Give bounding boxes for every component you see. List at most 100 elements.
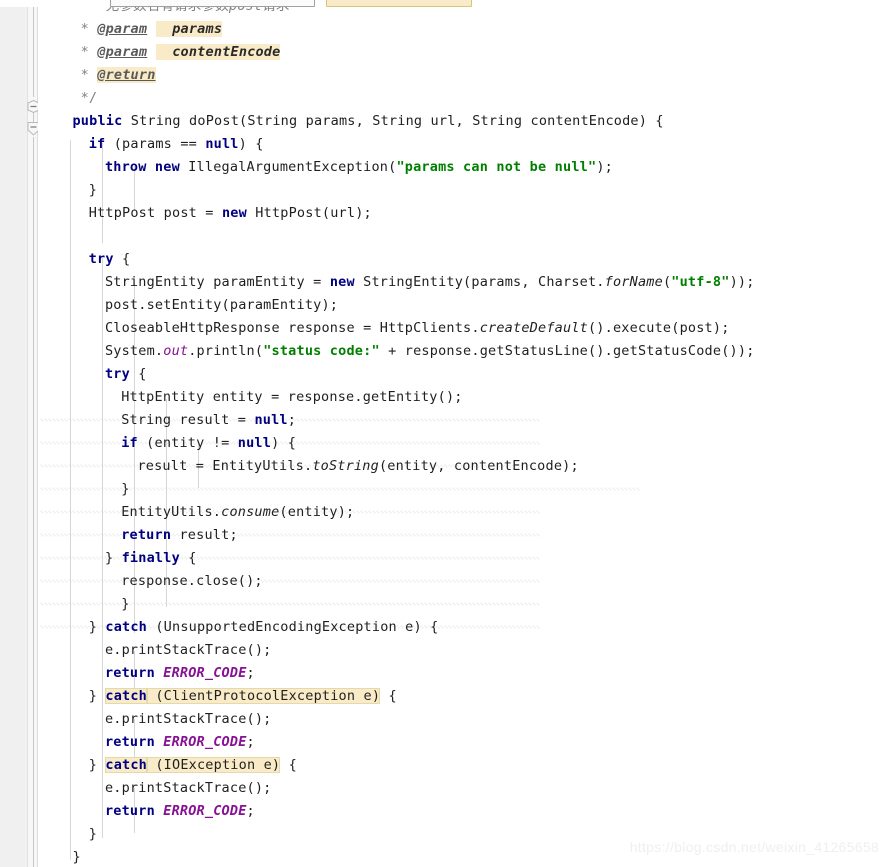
code-line: e.printStackTrace(); [105, 708, 272, 731]
code-line: String result = null; [121, 409, 296, 432]
code-token: out [163, 343, 189, 359]
code-token: try [88, 251, 114, 267]
code-token: ; [246, 803, 255, 819]
code-token: e.printStackTrace(); [104, 642, 272, 658]
code-token: } [88, 826, 98, 842]
code-line: } catch (UnsupportedEncodingException e)… [89, 616, 439, 639]
code-token: @return [97, 67, 156, 83]
squiggle-underline [40, 602, 540, 606]
code-token: @param [97, 21, 148, 37]
code-token: (entity, contentEncode); [378, 458, 579, 474]
code-line: } [121, 478, 129, 501]
code-token: (entity); [279, 504, 355, 520]
code-line: try { [105, 363, 147, 386]
code-token: )); [729, 274, 755, 290]
code-token [155, 21, 173, 37]
code-token: ERROR_CODE [163, 734, 247, 750]
squiggle-underline [40, 579, 540, 583]
code-token: (params == [105, 136, 206, 152]
code-token: catch [105, 757, 148, 773]
code-token: null [205, 136, 239, 152]
code-token: StringEntity paramEntity = [104, 274, 330, 290]
code-token: null [254, 412, 288, 428]
code-token: if [121, 435, 138, 451]
code-token: consume [221, 504, 280, 520]
code-token: try [104, 366, 130, 382]
code-line: if (entity != null) { [121, 432, 296, 455]
code-token: ().execute(post); [587, 320, 730, 336]
code-line: CloseableHttpResponse response = HttpCli… [105, 317, 730, 340]
code-token: + response.getStatusLine().getStatusCode… [379, 343, 755, 359]
code-token: StringEntity(params, Charset. [354, 274, 605, 290]
code-line: return result; [121, 524, 238, 547]
code-token: result = EntityUtils. [137, 458, 313, 474]
code-line: response.close(); [121, 570, 263, 593]
code-line: * @param contentEncode [81, 41, 281, 64]
code-token: toString [312, 458, 379, 474]
code-token: } [104, 550, 122, 566]
fold-line-mid [33, 112, 34, 122]
code-token: forName [604, 274, 663, 290]
code-token: HttpEntity entity = response.getEntity()… [121, 389, 463, 405]
code-token: return [104, 803, 155, 819]
watermark-text: https://blog.csdn.net/weixin_41265658 [629, 839, 879, 855]
code-token: params [172, 21, 223, 37]
code-token: } [121, 596, 130, 612]
code-line: } catch (IOException e) { [89, 754, 297, 777]
code-line: } [121, 593, 129, 616]
code-token: (entity != [137, 435, 238, 451]
code-token: * [80, 44, 98, 60]
code-token: System. [104, 343, 164, 359]
highlight-field-partial[interactable] [326, 0, 472, 7]
code-token: } [88, 757, 106, 773]
squiggle-underline [40, 533, 540, 537]
code-token: (ClientProtocolException e) [147, 688, 381, 704]
code-token: { [129, 366, 147, 382]
code-line: post.setEntity(paramEntity); [105, 294, 338, 317]
code-token: ) { [271, 435, 297, 451]
code-token: } [88, 182, 98, 198]
code-token: (UnsupportedEncodingException e) { [147, 619, 439, 635]
code-token: return [104, 734, 155, 750]
code-token: ERROR_CODE [163, 803, 247, 819]
code-token: null [237, 435, 272, 451]
code-token: if [88, 136, 106, 152]
squiggle-underline [40, 487, 640, 491]
code-line: } [89, 823, 97, 846]
code-token: "utf-8" [671, 274, 730, 290]
code-token: ) { [238, 136, 264, 152]
code-token: ); [596, 159, 613, 175]
code-token: (IOException e) [147, 757, 281, 773]
fold-line-upper [33, 0, 34, 97]
code-token: ; [287, 412, 297, 428]
code-token: HttpPost post = [88, 205, 222, 221]
code-token: HttpPost(url); [246, 205, 372, 221]
code-token: CloseableHttpResponse response = HttpCli… [104, 320, 480, 336]
search-field-partial[interactable] [110, 0, 315, 7]
code-token: contentEncode [172, 44, 281, 60]
code-line: } finally { [105, 547, 197, 570]
code-token: new [329, 274, 355, 290]
code-editor-window: * 无参数名有请求参数post请求 * @param params * @param… [0, 0, 891, 867]
code-token: public [72, 113, 123, 129]
code-token: EntityUtils. [121, 504, 222, 520]
code-token: e.printStackTrace(); [104, 780, 272, 796]
code-token: response.close(); [121, 573, 263, 589]
code-token: ; [246, 665, 255, 681]
code-line: */ [81, 87, 98, 110]
code-line: System.out.println("status code:" + resp… [105, 340, 755, 363]
code-token: } [72, 849, 81, 865]
fold-line-lower [33, 137, 34, 867]
editor-gutter [0, 0, 28, 867]
code-token: post.setEntity(paramEntity); [104, 297, 339, 313]
code-line: result = EntityUtils.toString(entity, co… [137, 455, 578, 478]
code-token: createDefault [479, 320, 588, 336]
code-token: { [280, 757, 297, 773]
code-token: "params can not be null" [396, 159, 597, 175]
code-line: public String doPost(String params, Stri… [72, 110, 663, 133]
code-token: finally [121, 550, 180, 566]
editor-text-area[interactable]: * 无参数名有请求参数post请求 * @param params * @param… [38, 0, 891, 867]
